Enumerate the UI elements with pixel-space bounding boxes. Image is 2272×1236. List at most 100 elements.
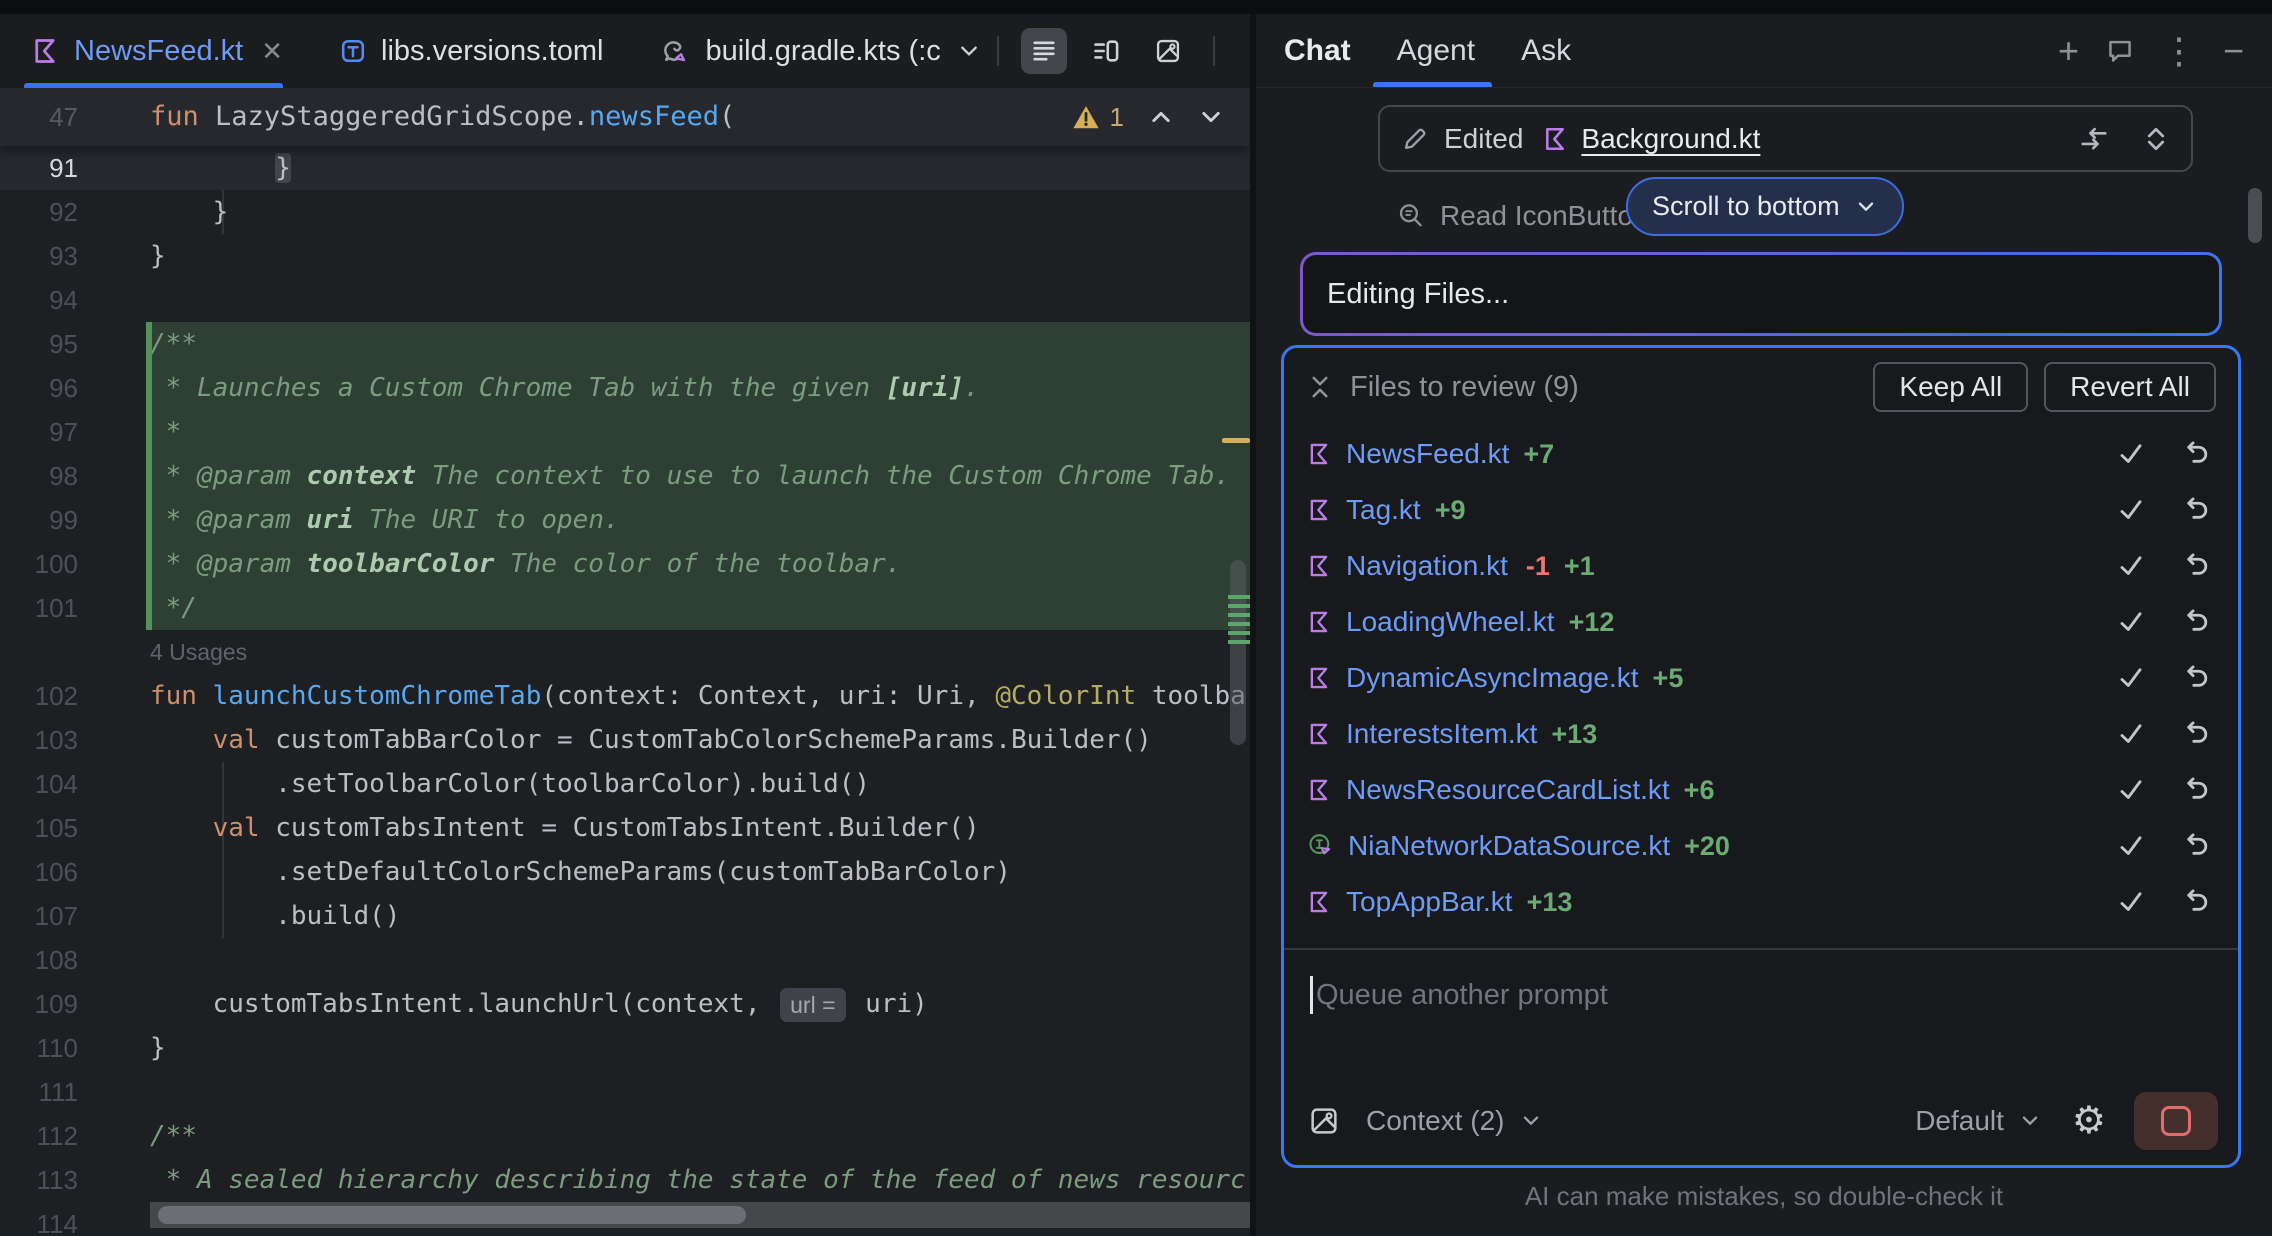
code-line: 110} [0,1026,1250,1070]
revert-file-icon[interactable] [2180,831,2210,861]
editor-horizontal-scrollbar-thumb[interactable] [158,1206,746,1224]
editor-horizontal-scrollbar-track[interactable] [150,1202,1250,1228]
keep-file-check-icon[interactable] [2116,439,2146,469]
file-link[interactable]: DynamicAsyncImage.kt [1346,662,1639,694]
ai-disclaimer: AI can make mistakes, so double-check it [1256,1181,2272,1212]
revert-file-icon[interactable] [2180,887,2210,917]
sticky-code-header[interactable]: 47 fun LazyStaggeredGridScope.newsFeed( … [0,88,1250,146]
line-number: 98 [0,461,150,492]
keep-file-check-icon[interactable] [2116,887,2146,917]
file-review-row[interactable]: NewsFeed.kt+7 [1284,426,2238,482]
keep-file-check-icon[interactable] [2116,719,2146,749]
file-review-row[interactable]: DynamicAsyncImage.kt+5 [1284,650,2238,706]
file-review-row[interactable]: NiaNetworkDataSource.kt+20 [1284,818,2238,874]
revert-file-icon[interactable] [2180,719,2210,749]
kebab-menu-icon[interactable]: ⋮ [2161,33,2197,69]
kotlin-file-icon [1306,665,1332,691]
code-line: 95/** [0,322,1250,366]
previous-issue-icon[interactable] [1148,104,1174,130]
file-link[interactable]: NiaNetworkDataSource.kt [1348,830,1670,862]
file-review-row[interactable]: Navigation.kt-1+1 [1284,538,2238,594]
file-link[interactable]: Tag.kt [1346,494,1421,526]
file-link[interactable]: NewsFeed.kt [1346,438,1509,470]
chevron-down-icon[interactable] [1519,1109,1543,1133]
edited-file-link[interactable]: Background.kt [1581,123,1760,155]
keep-file-check-icon[interactable] [2116,607,2146,637]
tab-chat[interactable]: Chat [1284,34,1351,68]
line-number: 92 [0,197,150,228]
revert-file-icon[interactable] [2180,607,2210,637]
gradle-file-icon [659,35,691,67]
keep-file-check-icon[interactable] [2116,551,2146,581]
file-link[interactable]: InterestsItem.kt [1346,718,1537,750]
file-review-row[interactable]: Tag.kt+9 [1284,482,2238,538]
editor-more-options-button[interactable]: ⋮ [1237,28,1250,74]
editor-view-split-button[interactable] [1083,28,1129,74]
revert-file-icon[interactable] [2180,551,2210,581]
file-review-row[interactable]: LoadingWheel.kt+12 [1284,594,2238,650]
keep-file-check-icon[interactable] [2116,663,2146,693]
revert-file-icon[interactable] [2180,775,2210,805]
gutter-change-marker [146,542,152,586]
tab-label: libs.versions.toml [381,35,603,68]
keep-file-check-icon[interactable] [2116,495,2146,525]
line-number: 99 [0,505,150,536]
close-tab-icon[interactable]: ✕ [261,36,283,67]
revert-file-icon[interactable] [2180,439,2210,469]
gutter-change-marker [146,586,152,630]
file-link[interactable]: NewsResourceCardList.kt [1346,774,1670,806]
next-issue-icon[interactable] [1198,104,1224,130]
tab-newsfeed-kt[interactable]: NewsFeed.kt ✕ [20,14,293,88]
editor-tab-bar: NewsFeed.kt ✕ libs.versions.toml build.g… [0,14,1250,88]
code-editor-surface[interactable]: 91 }92 }93}9495/**96 * Launches a Custom… [0,146,1250,1236]
context-selector-label[interactable]: Context (2) [1366,1105,1505,1137]
added-count: +6 [1684,775,1715,806]
attach-image-icon[interactable] [1308,1105,1340,1137]
file-review-row[interactable]: InterestsItem.kt+13 [1284,706,2238,762]
keep-file-check-icon[interactable] [2116,775,2146,805]
tab-ask[interactable]: Ask [1521,34,1571,68]
editor-view-preview-button[interactable] [1145,28,1191,74]
editor-view-code-button[interactable] [1021,28,1067,74]
new-chat-icon[interactable]: + [2058,33,2079,69]
stop-button[interactable] [2134,1092,2218,1150]
tab-libs-versions-toml[interactable]: libs.versions.toml [329,14,613,88]
tab-label: build.gradle.kts (:c [705,35,940,68]
file-link[interactable]: LoadingWheel.kt [1346,606,1555,638]
revert-file-icon[interactable] [2180,663,2210,693]
scroll-to-bottom-label: Scroll to bottom [1652,191,1840,222]
tab-agent[interactable]: Agent [1397,34,1475,68]
chat-scrollbar-thumb[interactable] [2248,188,2262,243]
chat-history-icon[interactable] [2105,36,2135,66]
settings-gear-icon[interactable]: ⚙ [2072,1102,2106,1140]
keep-file-check-icon[interactable] [2116,831,2146,861]
line-number: 107 [0,901,150,932]
edited-file-card[interactable]: Edited Background.kt [1378,105,2193,172]
file-link[interactable]: TopAppBar.kt [1346,886,1513,918]
keep-all-button[interactable]: Keep All [1873,362,2028,412]
collapse-icon[interactable] [1306,373,1334,401]
code-line: 98 * @param context The context to use t… [0,454,1250,498]
chevron-down-icon[interactable] [2018,1109,2042,1133]
revert-file-icon[interactable] [2180,495,2210,525]
prompt-placeholder: Queue another prompt [1316,979,1608,1012]
chevron-down-icon[interactable] [957,39,981,63]
revert-all-button[interactable]: Revert All [2044,362,2216,412]
editor-vertical-scrollbar[interactable] [1230,560,1246,745]
minimize-panel-icon[interactable]: − [2223,33,2244,69]
model-selector-label[interactable]: Default [1915,1105,2004,1137]
gutter-change-marker [146,410,152,454]
scroll-to-bottom-button[interactable]: Scroll to bottom [1626,177,1904,236]
gutter-change-marker [146,366,152,410]
text-caret [1310,976,1313,1014]
code-line: 106 .setDefaultColorSchemeParams(customT… [0,850,1250,894]
warning-count: 1 [1110,102,1124,133]
tab-build-gradle-kts[interactable]: build.gradle.kts (:c [649,14,990,88]
file-review-row[interactable]: NewsResourceCardList.kt +6 [1284,762,2238,818]
open-diff-icon[interactable] [2077,122,2111,156]
kotlin-interface-icon [1306,832,1334,860]
prompt-input[interactable]: Queue another prompt [1284,950,2238,1014]
expand-collapse-icon[interactable] [2141,124,2171,154]
file-review-row[interactable]: TopAppBar.kt+13 [1284,874,2238,930]
file-link[interactable]: Navigation.kt [1346,550,1508,582]
